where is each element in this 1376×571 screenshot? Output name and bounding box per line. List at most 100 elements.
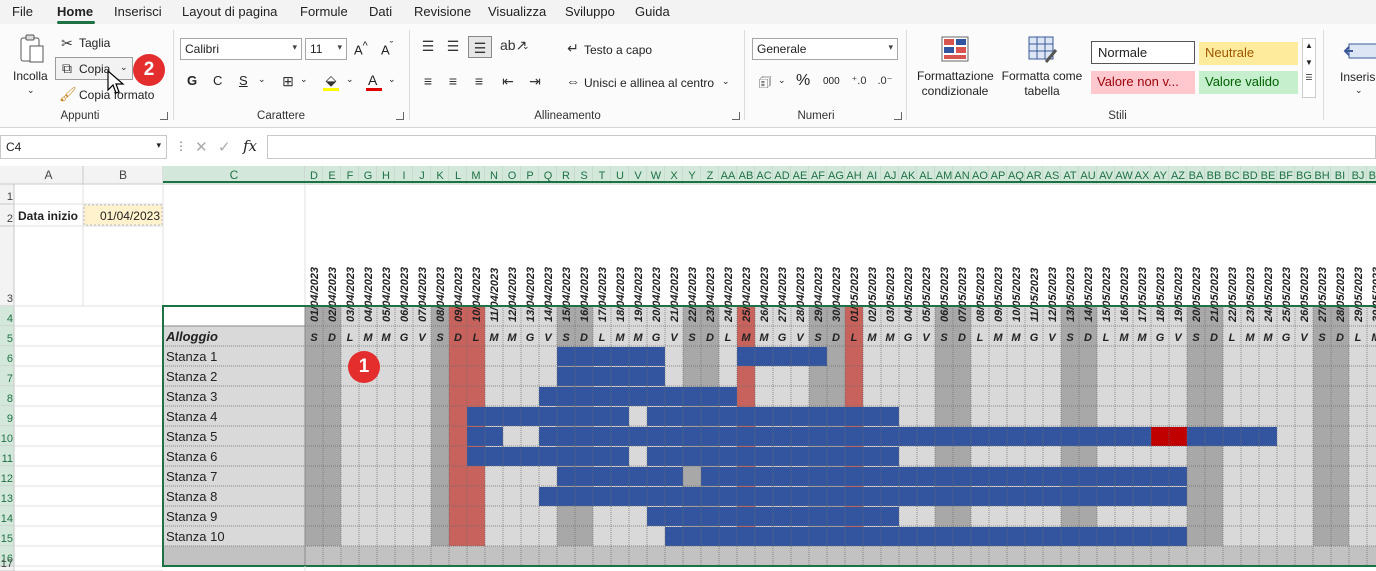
shrink-font-icon[interactable]: Aˇ bbox=[381, 40, 393, 57]
cut-button[interactable]: Taglia bbox=[79, 36, 110, 50]
booking-bar[interactable] bbox=[737, 347, 827, 366]
more-options-icon[interactable]: ⋮ bbox=[175, 139, 187, 153]
gallery-expand-icon[interactable]: ☰ bbox=[1303, 73, 1315, 82]
decrease-decimal-icon[interactable]: .0⁻ bbox=[876, 73, 894, 89]
currency-icon[interactable]: 🗊 bbox=[756, 74, 774, 90]
orientation-dropdown-icon[interactable]: ⌄ bbox=[522, 41, 530, 52]
date-header: 22/04/2023 bbox=[687, 267, 699, 323]
clipboard-launcher-icon[interactable] bbox=[160, 112, 168, 120]
weekday-label: D bbox=[958, 332, 966, 344]
number-format-select[interactable]: Generale ▾ bbox=[752, 38, 898, 60]
tab-data[interactable]: Dati bbox=[369, 4, 392, 19]
font-color-dropdown-icon[interactable]: ⌄ bbox=[388, 74, 396, 85]
styles-gallery-scroll[interactable]: ▲ ▼ ☰ bbox=[1302, 38, 1316, 98]
underline-button[interactable]: S bbox=[239, 73, 248, 88]
date-header: 05/04/2023 bbox=[381, 267, 393, 322]
decrease-indent-icon[interactable]: ⇤ bbox=[500, 73, 516, 89]
style-neutral[interactable]: Neutrale bbox=[1199, 42, 1298, 65]
fill-dropdown-icon[interactable]: ⌄ bbox=[346, 74, 354, 85]
font-name-select[interactable]: Calibri ▾ bbox=[180, 38, 302, 60]
wrap-text-button[interactable]: Testo a capo bbox=[584, 43, 652, 57]
column-header-af: AF bbox=[811, 170, 825, 182]
increase-decimal-icon[interactable]: ⁺.0 bbox=[850, 73, 868, 89]
day-column-bg bbox=[1277, 306, 1295, 566]
font-size-select[interactable]: 11 ▾ bbox=[305, 38, 347, 60]
font-name-value: Calibri bbox=[185, 42, 220, 56]
align-center-icon[interactable]: ≡ bbox=[445, 73, 461, 89]
currency-dropdown-icon[interactable]: ⌄ bbox=[778, 75, 786, 86]
percent-button[interactable]: % bbox=[796, 72, 810, 90]
style-bad[interactable]: Valore non v... bbox=[1091, 71, 1195, 94]
increase-indent-icon[interactable]: ⇥ bbox=[527, 73, 543, 89]
day-column-bg bbox=[359, 306, 377, 566]
column-header-al: AL bbox=[919, 170, 932, 182]
booking-bar[interactable] bbox=[701, 467, 1187, 486]
scissors-icon: ✂ bbox=[61, 35, 73, 51]
insert-dropdown-icon[interactable]: ⌄ bbox=[1355, 85, 1363, 96]
insert-cells-button[interactable]: Inserisci bbox=[1340, 70, 1376, 84]
paste-dropdown-icon[interactable]: ⌄ bbox=[27, 85, 35, 96]
enter-icon[interactable]: ✓ bbox=[218, 138, 231, 156]
bold-button[interactable]: G bbox=[187, 73, 197, 88]
font-size-value: 11 bbox=[310, 42, 323, 56]
booking-bar[interactable] bbox=[557, 467, 683, 486]
align-left-icon[interactable]: ≡ bbox=[420, 73, 436, 89]
sheet-canvas[interactable]: A B C D E F G H I J K L M N O P Q R S T U V W X Y Z AA AB AC AD AE AF AG… bbox=[0, 166, 1376, 571]
date-header: 21/05/2023 bbox=[1209, 267, 1221, 323]
align-top-icon[interactable]: ☰ bbox=[420, 38, 436, 54]
conditional-formatting-button[interactable]: Formattazione condizionale bbox=[917, 69, 994, 99]
booking-bar[interactable] bbox=[467, 447, 629, 466]
tab-page-layout[interactable]: Layout di pagina bbox=[182, 4, 277, 19]
booking-bar[interactable] bbox=[539, 387, 737, 406]
align-middle-icon[interactable]: ☰ bbox=[445, 38, 461, 54]
underline-dropdown-icon[interactable]: ⌄ bbox=[258, 74, 266, 85]
scroll-up-icon[interactable]: ▲ bbox=[1303, 41, 1315, 50]
weekday-label: S bbox=[310, 332, 318, 344]
chevron-down-icon: ▾ bbox=[156, 140, 161, 150]
format-as-table-button[interactable]: Formatta come tabella bbox=[998, 69, 1086, 99]
number-launcher-icon[interactable] bbox=[894, 112, 902, 120]
name-box[interactable]: C4 ▾ bbox=[0, 135, 167, 159]
font-launcher-icon[interactable] bbox=[396, 112, 404, 120]
paste-icon[interactable] bbox=[18, 34, 46, 64]
weekday-label: S bbox=[940, 332, 948, 344]
tab-help[interactable]: Guida bbox=[635, 4, 670, 19]
tab-view[interactable]: Visualizza bbox=[488, 4, 546, 19]
grow-font-icon[interactable]: A^ bbox=[354, 40, 368, 57]
date-header: 15/04/2023 bbox=[561, 267, 573, 322]
booking-bar[interactable] bbox=[1187, 427, 1277, 446]
tab-review[interactable]: Revisione bbox=[414, 4, 471, 19]
tab-file[interactable]: File bbox=[12, 4, 33, 19]
align-right-icon[interactable]: ≡ bbox=[471, 73, 487, 89]
style-good[interactable]: Valore valido bbox=[1199, 71, 1298, 94]
italic-button[interactable]: C bbox=[213, 73, 222, 88]
font-color-button[interactable]: A bbox=[368, 72, 377, 88]
orientation-icon[interactable]: ab↗ bbox=[500, 37, 527, 53]
formula-input[interactable] bbox=[267, 135, 1376, 159]
tab-insert[interactable]: Inserisci bbox=[114, 4, 162, 19]
conflict-cell[interactable] bbox=[1151, 427, 1169, 446]
weekday-label: L bbox=[599, 332, 606, 344]
merge-center-button[interactable]: Unisci e allinea al centro bbox=[584, 76, 714, 90]
thousands-button[interactable]: 000 bbox=[823, 76, 840, 87]
tab-developer[interactable]: Sviluppo bbox=[565, 4, 615, 19]
fill-color-icon[interactable]: ⬙ bbox=[323, 72, 339, 88]
merge-dropdown-icon[interactable]: ⌄ bbox=[722, 76, 730, 87]
weekday-label: M bbox=[615, 332, 625, 344]
weekday-label: M bbox=[993, 332, 1003, 344]
style-normal[interactable]: Normale bbox=[1091, 41, 1195, 64]
alignment-launcher-icon[interactable] bbox=[732, 112, 740, 120]
paste-button[interactable]: Incolla bbox=[13, 69, 48, 83]
borders-icon[interactable]: ⊞ bbox=[280, 73, 296, 89]
scroll-down-icon[interactable]: ▼ bbox=[1303, 58, 1315, 67]
booking-bar[interactable] bbox=[665, 527, 1187, 546]
tab-home[interactable]: Home bbox=[57, 4, 93, 19]
room-name: Stanza 9 bbox=[166, 509, 217, 524]
insert-function-button[interactable]: fx bbox=[243, 137, 257, 155]
cancel-icon[interactable]: ✕ bbox=[195, 138, 208, 156]
spreadsheet-grid[interactable]: A B C D E F G H I J K L M N O P Q R S T U V W X Y Z AA AB AC AD AE AF AG… bbox=[0, 166, 1376, 571]
booking-bar[interactable] bbox=[467, 407, 629, 426]
conflict-cell[interactable] bbox=[1169, 427, 1187, 446]
borders-dropdown-icon[interactable]: ⌄ bbox=[300, 74, 308, 85]
tab-formulas[interactable]: Formule bbox=[300, 4, 348, 19]
